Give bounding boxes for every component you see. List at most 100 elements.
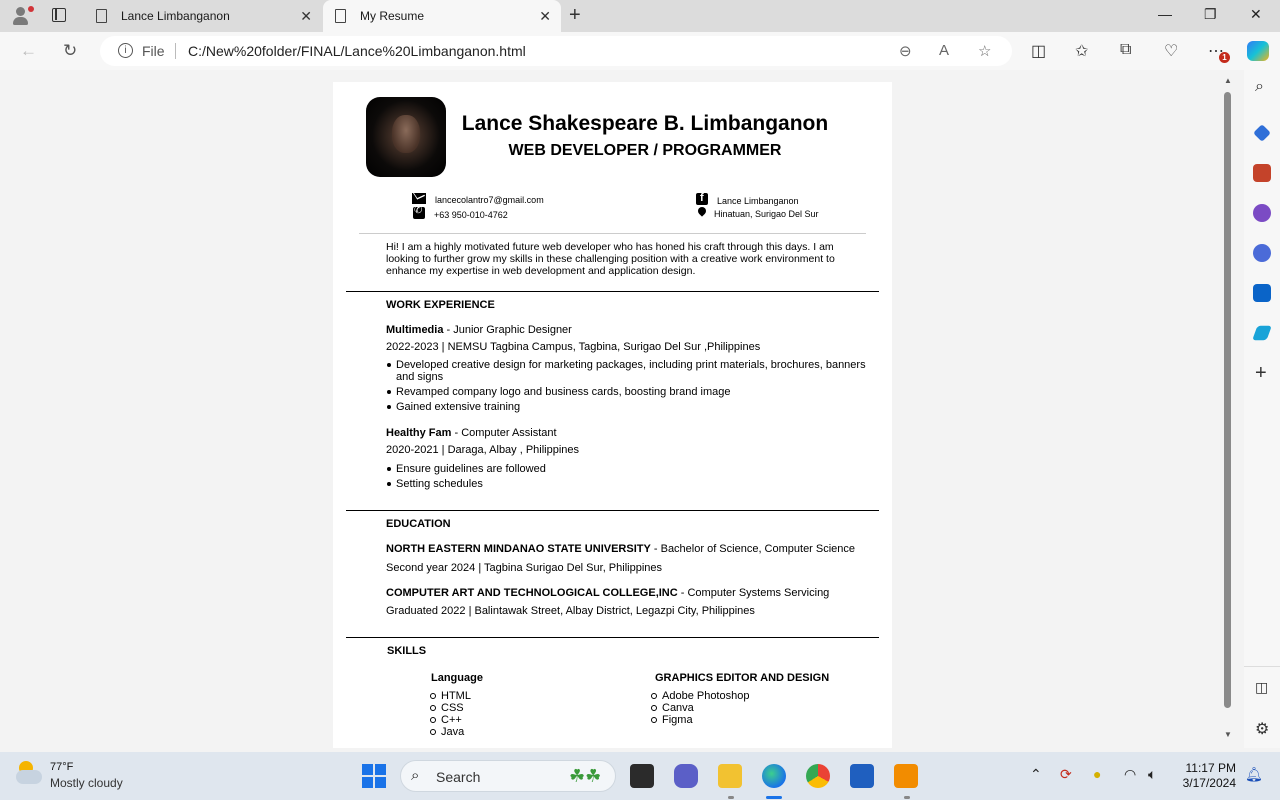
tab-lance-limbanganon[interactable]: Lance Limbanganon ✕ <box>84 0 322 32</box>
sync-icon[interactable]: ⟳ <box>1060 766 1072 783</box>
teams-meet-icon[interactable] <box>674 764 698 788</box>
scrollbar-thumb[interactable] <box>1224 92 1231 708</box>
facebook-icon <box>696 192 708 205</box>
weather-condition[interactable]: Mostly cloudy <box>50 776 123 790</box>
contact-email: lancecolantro7@gmail.com <box>412 193 544 205</box>
games-icon[interactable] <box>1253 204 1271 222</box>
skills-heading: SKILLS <box>387 645 427 657</box>
profile-photo <box>366 97 446 177</box>
search-placeholder: Search <box>436 769 481 785</box>
outlook-icon[interactable] <box>1253 284 1271 302</box>
resume-role: WEB DEVELOPER / PROGRAMMER <box>508 142 782 159</box>
school-title-line: COMPUTER ART AND TECHNOLOGICAL COLLEGE,I… <box>386 587 830 599</box>
taskbar-search[interactable]: ⌕ Search ☘☘ <box>400 760 616 792</box>
list-item: Ensure guidelines are followed <box>387 463 876 475</box>
read-aloud-icon[interactable]: A <box>939 42 949 59</box>
search-icon[interactable]: ⌕ <box>1255 78 1264 96</box>
weather-temperature[interactable]: 77°F <box>50 761 73 773</box>
chrome-icon[interactable] <box>806 764 830 788</box>
shopping-tag-icon[interactable] <box>1253 124 1271 142</box>
scroll-down-icon[interactable]: ▼ <box>1224 730 1232 739</box>
list-item: Canva <box>650 702 749 714</box>
file-explorer-icon[interactable] <box>718 764 742 788</box>
school-details: Second year 2024 | Tagbina Surigao Del S… <box>386 562 663 574</box>
notification-bell-icon[interactable]: 🔔︎ <box>1245 766 1263 783</box>
sublime-text-icon[interactable] <box>894 764 918 788</box>
favorite-star-icon[interactable]: ☆ <box>978 42 991 60</box>
settings-gear-icon[interactable]: ⚙ <box>1255 719 1269 739</box>
list-item: Revamped company logo and business cards… <box>387 386 876 398</box>
job-details: 2020-2021 | Daraga, Albay , Philippines <box>386 444 580 456</box>
split-screen-icon[interactable]: ◫ <box>1031 41 1046 61</box>
list-item: Gained extensive training <box>387 401 876 413</box>
vertical-scrollbar[interactable]: ▲ ▼ <box>1221 72 1235 746</box>
envelope-icon <box>412 193 426 204</box>
page-viewport: Lance Shakespeare B. Limbanganon WEB DEV… <box>4 70 1238 748</box>
address-bar[interactable]: i File C:/New%20folder/FINAL/Lance%20Lim… <box>100 36 1012 66</box>
add-sidebar-app-icon[interactable]: + <box>1255 362 1267 385</box>
section-divider <box>346 510 879 511</box>
tray-app-icon[interactable]: ● <box>1093 766 1101 782</box>
list-item: Setting schedules <box>387 478 876 490</box>
school-title-line: NORTH EASTERN MINDANAO STATE UNIVERSITY … <box>386 543 856 555</box>
list-item: Developed creative design for marketing … <box>387 359 876 383</box>
windows-taskbar: 77°F Mostly cloudy ⌕ Search ☘☘ ⌃ ⟳ ● ◠ 🔈… <box>0 752 1280 800</box>
tab-my-resume[interactable]: My Resume ✕ <box>323 0 561 32</box>
divider <box>175 43 176 59</box>
list-item: Java <box>430 726 471 738</box>
contact-location: Hinatuan, Surigao Del Sur <box>698 207 819 219</box>
start-button[interactable] <box>362 764 386 788</box>
new-tab-button[interactable]: + <box>569 4 581 27</box>
tools-icon[interactable] <box>1253 164 1271 182</box>
section-divider <box>346 291 879 292</box>
close-window-button[interactable]: ✕ <box>1250 6 1262 23</box>
collections-icon[interactable]: ⧉ <box>1120 41 1131 59</box>
profile-icon[interactable] <box>10 6 34 26</box>
info-icon[interactable]: i <box>118 43 133 58</box>
education-heading: EDUCATION <box>386 518 451 530</box>
zoom-icon[interactable]: ⊖ <box>899 42 912 60</box>
wifi-icon[interactable]: ◠ <box>1124 766 1136 783</box>
hide-sidebar-icon[interactable]: ◫ <box>1255 679 1268 696</box>
graphics-heading: GRAPHICS EDITOR AND DESIGN <box>655 672 830 684</box>
chevron-up-icon[interactable]: ⌃ <box>1030 766 1042 783</box>
url-text[interactable]: C:/New%20folder/FINAL/Lance%20Limbangano… <box>188 43 526 59</box>
divider <box>1244 666 1280 667</box>
job-title-line: Multimedia - Junior Graphic Designer <box>386 324 572 336</box>
tab-title: Lance Limbanganon <box>121 9 230 23</box>
restore-button[interactable]: ❐ <box>1204 6 1217 23</box>
page-icon <box>96 9 107 23</box>
browser-tab-bar: Lance Limbanganon ✕ My Resume ✕ + — ❐ ✕ <box>0 0 1280 32</box>
tab-actions-icon[interactable] <box>52 8 66 22</box>
back-button[interactable]: ← <box>20 41 37 61</box>
notification-badge: 1 <box>1219 52 1230 63</box>
microsoft365-icon[interactable] <box>1253 244 1271 262</box>
system-clock[interactable]: 11:17 PM 3/17/2024 <box>1176 761 1236 791</box>
microsoft-store-icon[interactable] <box>850 764 874 788</box>
scroll-up-icon[interactable]: ▲ <box>1224 76 1232 85</box>
volume-icon[interactable]: 🔈︎ <box>1148 766 1156 783</box>
language-heading: Language <box>431 672 483 684</box>
browser-essentials-icon[interactable]: ♡ <box>1164 41 1178 61</box>
send-icon[interactable] <box>1252 325 1272 341</box>
resume-page: Lance Shakespeare B. Limbanganon WEB DEV… <box>333 82 892 748</box>
minimize-button[interactable]: — <box>1158 6 1172 22</box>
list-item: Figma <box>650 714 749 726</box>
reload-button[interactable]: ↻ <box>63 41 77 61</box>
list-item: HTML <box>430 690 471 702</box>
weather-icon[interactable] <box>16 761 44 787</box>
edge-icon[interactable] <box>762 764 786 788</box>
close-tab-icon[interactable]: ✕ <box>539 8 551 25</box>
task-view-icon[interactable] <box>630 764 654 788</box>
page-icon <box>335 9 346 23</box>
copilot-icon[interactable] <box>1247 41 1269 61</box>
list-item: Adobe Photoshop <box>650 690 750 702</box>
favorites-icon[interactable]: ✩ <box>1075 41 1088 61</box>
work-experience-heading: WORK EXPERIENCE <box>386 299 495 311</box>
graphics-list: Adobe Photoshop Canva Figma <box>650 690 750 726</box>
divider <box>359 233 866 234</box>
language-list: HTML CSS C++ Java <box>430 690 471 738</box>
close-tab-icon[interactable]: ✕ <box>300 8 312 25</box>
job-bullets: Ensure guidelines are followed Setting s… <box>387 463 876 493</box>
job-bullets: Developed creative design for marketing … <box>387 359 876 416</box>
